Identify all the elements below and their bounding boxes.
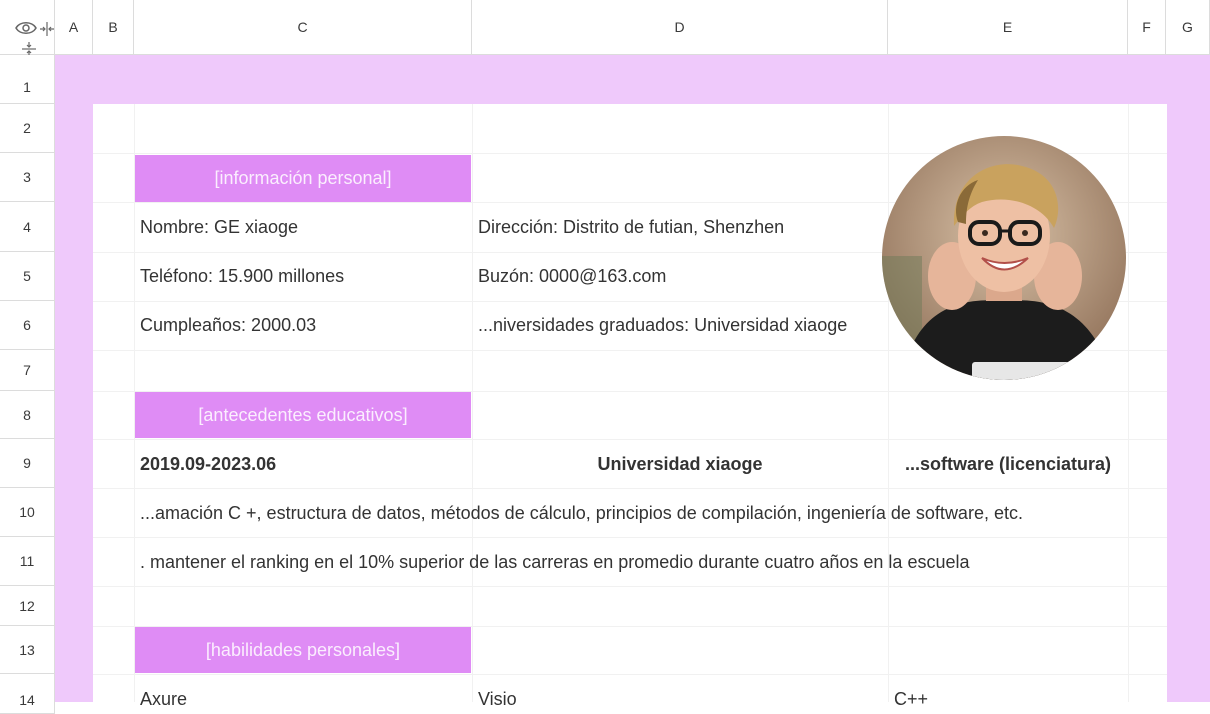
section-header-personal[interactable]: [información personal] bbox=[135, 155, 471, 202]
cell-skill-visio[interactable]: Visio bbox=[478, 684, 517, 714]
row-header-3[interactable]: 3 bbox=[0, 153, 55, 202]
row-header-14[interactable]: 14 bbox=[0, 674, 55, 714]
column-header-e[interactable]: E bbox=[888, 0, 1128, 55]
cell-education-school[interactable]: Universidad xiaoge bbox=[472, 440, 888, 488]
column-header-a[interactable]: A bbox=[55, 0, 93, 55]
grid-line bbox=[93, 674, 1167, 675]
column-header-b[interactable]: B bbox=[93, 0, 134, 55]
row-header-12[interactable]: 12 bbox=[0, 586, 55, 626]
grid-line bbox=[888, 104, 889, 702]
cell-education-ranking[interactable]: . mantener el ranking en el 10% superior… bbox=[140, 538, 970, 586]
column-header-c[interactable]: C bbox=[134, 0, 472, 55]
cell-education-period[interactable]: 2019.09-2023.06 bbox=[140, 440, 276, 488]
cell-education-courses[interactable]: ...amación C +, estructura de datos, mét… bbox=[140, 489, 1023, 537]
row-header-1[interactable]: 1 bbox=[0, 55, 55, 104]
grid-line bbox=[472, 104, 473, 702]
sheet-corner bbox=[0, 0, 55, 56]
grid-line bbox=[1128, 104, 1129, 702]
cell-education-degree[interactable]: ...software (licenciatura) bbox=[888, 440, 1128, 488]
cell-phone[interactable]: Teléfono: 15.900 millones bbox=[140, 252, 344, 301]
column-header-d[interactable]: D bbox=[472, 0, 888, 55]
cell-skill-axure[interactable]: Axure bbox=[140, 684, 187, 714]
row-header-7[interactable]: 7 bbox=[0, 350, 55, 391]
row-header-8[interactable]: 8 bbox=[0, 391, 55, 439]
cell-birthday[interactable]: Cumpleaños: 2000.03 bbox=[140, 301, 316, 350]
cell-name[interactable]: Nombre: GE xiaoge bbox=[140, 203, 298, 252]
row-header-9[interactable]: 9 bbox=[0, 439, 55, 488]
cell-university[interactable]: ...niversidades graduados: Universidad x… bbox=[478, 301, 847, 350]
row-header-10[interactable]: 10 bbox=[0, 488, 55, 537]
row-header-4[interactable]: 4 bbox=[0, 202, 55, 252]
grid-line bbox=[93, 586, 1167, 587]
cell-skill-cpp[interactable]: C++ bbox=[894, 684, 928, 714]
freeze-column-icon[interactable] bbox=[39, 21, 55, 37]
eye-icon[interactable] bbox=[15, 20, 37, 36]
profile-photo[interactable] bbox=[882, 136, 1126, 380]
column-header-g[interactable]: G bbox=[1166, 0, 1210, 55]
section-header-skills[interactable]: [habilidades personales] bbox=[135, 627, 471, 673]
row-header-6[interactable]: 6 bbox=[0, 301, 55, 350]
section-header-education[interactable]: [antecedentes educativos] bbox=[135, 392, 471, 438]
column-header-f[interactable]: F bbox=[1128, 0, 1166, 55]
row-header-11[interactable]: 11 bbox=[0, 537, 55, 586]
row-header-13[interactable]: 13 bbox=[0, 626, 55, 674]
row-header-2[interactable]: 2 bbox=[0, 104, 55, 153]
row-header-5[interactable]: 5 bbox=[0, 252, 55, 301]
cell-email[interactable]: Buzón: 0000@163.com bbox=[478, 252, 666, 301]
cell-address[interactable]: Dirección: Distrito de futian, Shenzhen bbox=[478, 203, 784, 252]
